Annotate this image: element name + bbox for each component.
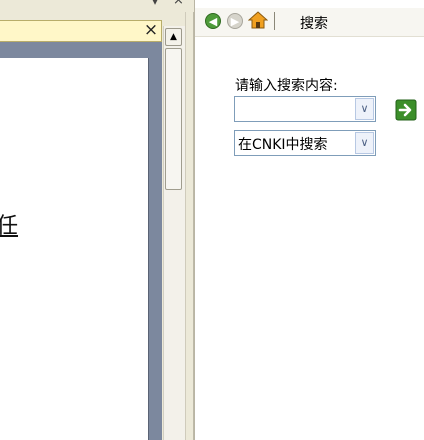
scroll-up-button[interactable]: ▲	[165, 28, 182, 46]
search-input[interactable]	[235, 97, 359, 121]
search-scope-value: 在CNKI中搜索	[238, 137, 328, 153]
search-label: 请输入搜索内容:	[235, 78, 338, 94]
document-info-bar	[0, 20, 162, 42]
search-scope-select[interactable]: 在CNKI中搜索 ∨	[234, 130, 376, 156]
toolbar-separator	[274, 12, 275, 30]
scope-dropdown-chevron-icon[interactable]: ∨	[355, 132, 374, 154]
search-combobox[interactable]: ∨	[234, 96, 376, 122]
go-arrow-icon[interactable]	[395, 99, 417, 121]
home-icon[interactable]	[247, 10, 269, 30]
pane-title: 搜索	[300, 16, 328, 32]
pane-splitter[interactable]	[185, 12, 194, 440]
pane-options-chevron-icon[interactable]: ▾	[152, 0, 158, 8]
document-text-fragment: 任	[0, 214, 19, 239]
search-dropdown-chevron-icon[interactable]: ∨	[355, 98, 374, 120]
info-bar-close-icon[interactable]: ×	[143, 21, 159, 39]
pane-close-icon[interactable]: ×	[173, 0, 184, 8]
back-arrow-icon[interactable]: ◀	[205, 13, 221, 29]
forward-arrow-icon[interactable]: ▶	[227, 13, 243, 29]
scrollbar-thumb[interactable]	[165, 48, 182, 190]
search-task-pane	[194, 0, 424, 440]
document-page[interactable]	[0, 58, 149, 440]
